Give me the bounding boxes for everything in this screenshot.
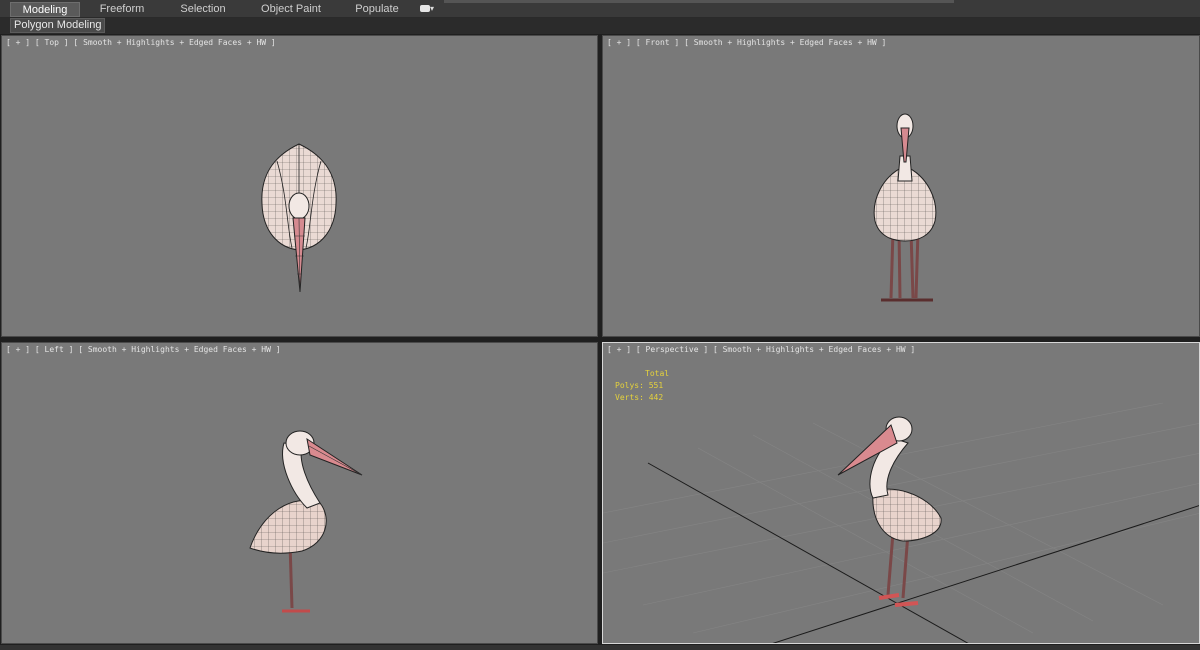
chevron-down-icon: ▾ — [430, 4, 435, 13]
polygon-modeling-panel[interactable]: Polygon Modeling — [10, 18, 106, 33]
perspective-scene — [603, 402, 1199, 643]
ribbon-options-icon — [420, 5, 430, 13]
viewport-top[interactable]: [ + ] [ Top ] [ Smooth + Highlights + Ed… — [1, 35, 598, 337]
stork-left-view — [249, 430, 363, 613]
tab-modeling[interactable]: Modeling — [10, 2, 80, 17]
ribbon-divider — [444, 0, 954, 3]
tab-selection[interactable]: Selection — [168, 2, 238, 17]
stork-front-view — [873, 113, 937, 302]
ribbon-panel-bar: Polygon Modeling — [0, 18, 1200, 34]
tab-freeform[interactable]: Freeform — [88, 2, 156, 17]
tab-populate[interactable]: Populate — [344, 2, 410, 17]
status-bar — [0, 645, 1200, 650]
stork-top-view — [261, 143, 337, 293]
ribbon-tabs: Modeling Freeform Selection Object Paint… — [0, 0, 1200, 18]
viewport-left[interactable]: [ + ] [ Left ] [ Smooth + Highlights + E… — [1, 342, 598, 644]
ribbon-options-dropdown[interactable]: ▾ — [420, 4, 442, 14]
viewport-perspective[interactable]: [ + ] [ Perspective ] [ Smooth + Highlig… — [602, 342, 1200, 644]
tab-object-paint[interactable]: Object Paint — [254, 2, 328, 17]
viewport-front[interactable]: [ + ] [ Front ] [ Smooth + Highlights + … — [602, 35, 1200, 337]
